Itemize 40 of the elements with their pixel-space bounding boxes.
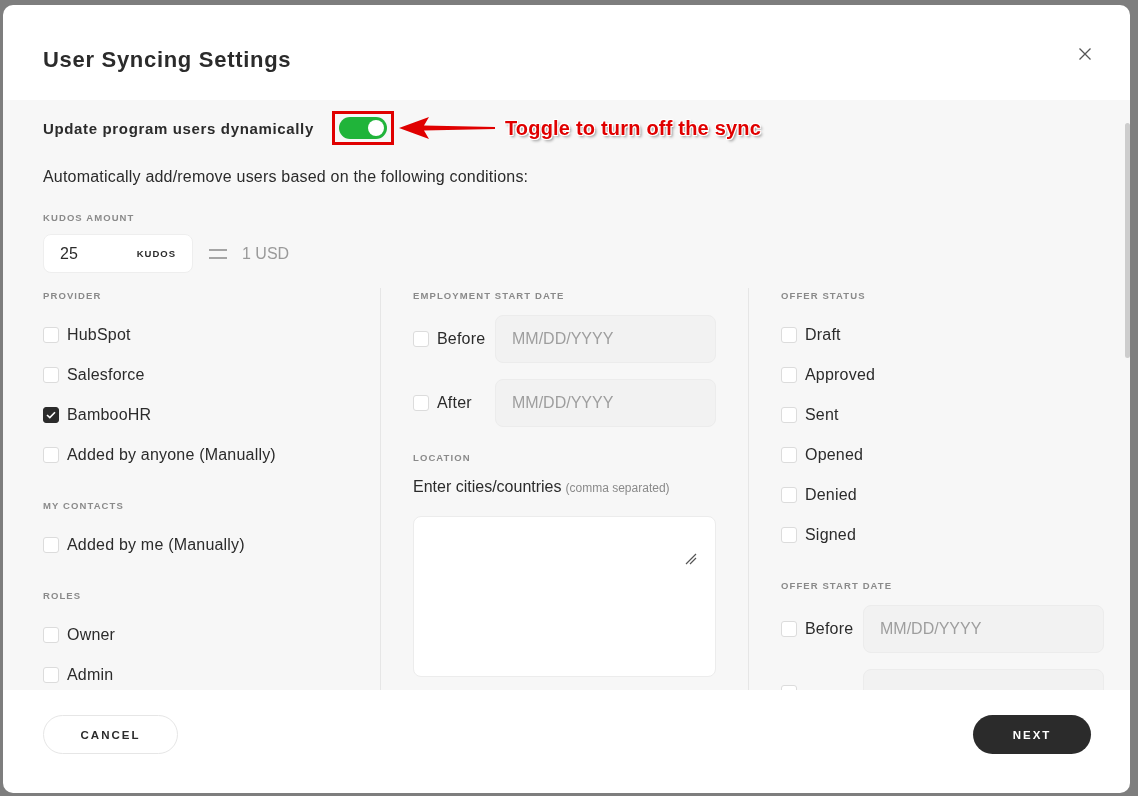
checkbox-label[interactable]: Admin — [67, 666, 114, 684]
section-label: EMPLOYMENT START DATE — [413, 289, 566, 303]
checkbox-label[interactable]: HubSpot — [67, 326, 131, 344]
intro-text: Automatically add/remove users based on the following conditions: — [43, 167, 530, 187]
close-icon — [1079, 48, 1091, 60]
checkbox-label[interactable]: Opened — [805, 446, 864, 464]
hint-text: (comma separated) — [565, 481, 670, 495]
section-label: PROVIDER — [43, 289, 103, 303]
field-label: Enter cities/countries — [413, 478, 562, 495]
checkbox-label[interactable]: Sent — [805, 406, 839, 424]
checkbox-label[interactable]: Owner — [67, 626, 116, 644]
resize-handle-icon[interactable] — [685, 553, 697, 565]
checkbox[interactable] — [43, 407, 59, 423]
conversion-text: 1 USD — [242, 244, 290, 263]
scrollbar-thumb[interactable] — [1125, 123, 1130, 358]
checkbox-label[interactable]: Approved — [805, 366, 876, 384]
equals-icon — [209, 248, 227, 259]
location-field[interactable] — [413, 516, 716, 677]
checkbox-label[interactable]: BambooHR — [67, 406, 152, 424]
checkbox-label[interactable]: Signed — [805, 526, 857, 544]
checkbox-label[interactable]: Draft — [805, 326, 841, 344]
section-label: OFFER START DATE — [781, 579, 894, 593]
section-label: LOCATION — [413, 451, 472, 465]
toggle-switch[interactable] — [338, 117, 387, 139]
checkbox-label[interactable]: Denied — [805, 486, 857, 504]
section-label: MY CONTACTS — [43, 499, 125, 513]
checkbox-label[interactable]: Added by me (Manually) — [67, 536, 245, 554]
section-label: KUDOS AMOUNT — [43, 211, 136, 225]
check-icon — [46, 411, 56, 419]
toggle-label: Update program users dynamically — [43, 119, 314, 137]
unit-label: KUDOS — [136, 248, 176, 259]
next-button[interactable]: NEXT — [973, 715, 1091, 754]
cancel-button[interactable]: CANCEL — [43, 715, 178, 754]
checkbox-label[interactable]: Added by anyone (Manually) — [67, 446, 276, 464]
section-label: OFFER STATUS — [781, 289, 867, 303]
kudos-amount-field[interactable]: 25 KUDOS — [43, 234, 193, 273]
section-label: ROLES — [43, 589, 83, 603]
annotation-text: Toggle to turn off the sync — [504, 116, 761, 140]
checkbox-label[interactable]: Salesforce — [67, 366, 145, 384]
dialog-title: User Syncing Settings — [43, 46, 292, 74]
